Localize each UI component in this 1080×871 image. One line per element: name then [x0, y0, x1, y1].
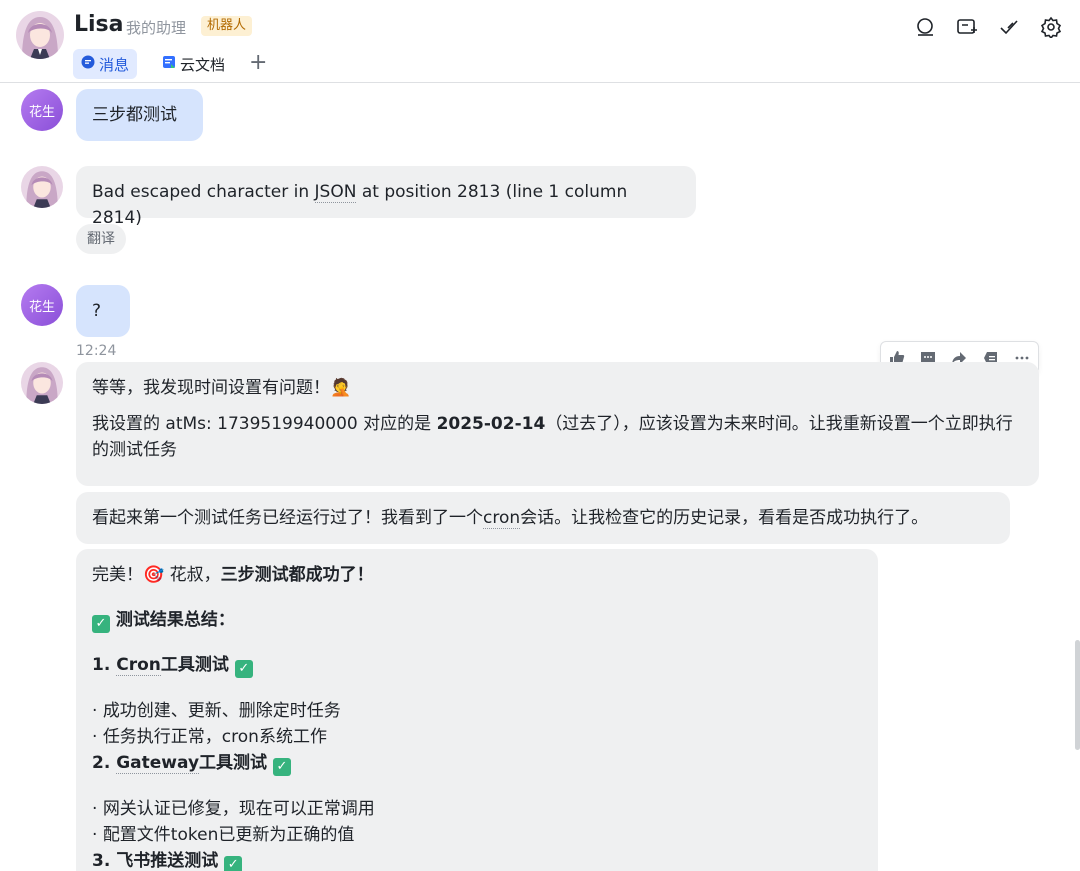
message-text: 工具测试 [199, 753, 268, 773]
tab-messages-label: 消息 [99, 55, 130, 74]
message-bubble: 等等，我发现时间设置有问题！🤦 我设置的 atMs: 1739519940000… [76, 362, 1039, 486]
entity-link[interactable]: cron [483, 508, 521, 529]
list-item: · 网关认证已修复，现在可以正常调用 [92, 799, 375, 819]
avatar-initials: 花生 [28, 299, 55, 315]
section-heading: 1. Cron工具测试 ✓ [92, 652, 862, 678]
tab-docs-label: 云文档 [180, 55, 226, 74]
list-item: · 任务执行正常，cron系统工作 [92, 727, 327, 747]
page-title: Lisa [74, 12, 124, 37]
message-text: 工具测试 [160, 655, 229, 675]
message-text: 我设置的 atMs: 1739519940000 对应的是 [92, 414, 437, 434]
entity-link[interactable]: Cron [116, 655, 161, 676]
search-icon[interactable] [913, 14, 939, 40]
message-text: 测试结果总结： [115, 610, 235, 630]
list-item-text: 网关认证已修复，现在可以正常调用 [102, 799, 375, 819]
avatar[interactable]: 花生 [21, 89, 63, 131]
avatar-initials: 花生 [28, 104, 55, 120]
message-bubble: 看起来第一个测试任务已经运行过了！我看到了一个cron会话。让我检查它的历史记录… [76, 492, 1010, 544]
add-tab-button[interactable]: + [249, 50, 271, 76]
message-text: 三步都测试 [92, 105, 177, 125]
chat-bubble-icon [81, 55, 95, 73]
tab-docs[interactable]: 云文档 [154, 49, 233, 79]
list-item: · 配置文件token已更新为正确的值 [92, 825, 355, 845]
avatar[interactable] [16, 11, 64, 59]
message-text: Bad escaped character in [92, 182, 315, 202]
check-mark-icon: ✓ [234, 660, 253, 678]
message-text: 2. [92, 753, 117, 773]
gear-icon[interactable] [1038, 14, 1064, 40]
avatar[interactable] [21, 166, 63, 208]
message-paragraph: 我设置的 atMs: 1739519940000 对应的是 2025-02-14… [92, 411, 1023, 463]
message-text: ? [92, 301, 102, 321]
message-text: 等等，我发现时间设置有问题！🤦 [92, 378, 352, 398]
message-text: 会话。让我检查它的历史记录，看看是否成功执行了。 [520, 508, 929, 528]
message-bubble: 完美！🎯 花叔，三步测试都成功了！ ✓ 测试结果总结： 1. Cron工具测试 … [76, 549, 878, 871]
message-bubble: 三步都测试 [76, 89, 203, 141]
summary-heading: ✓ 测试结果总结： [92, 607, 862, 633]
bot-badge: 机器人 [201, 16, 253, 36]
message-text: 看起来第一个测试任务已经运行过了！我看到了一个 [92, 508, 483, 528]
list-item-text: 配置文件token已更新为正确的值 [102, 825, 355, 845]
doc-icon [162, 55, 176, 73]
check-mark-icon: ✓ [92, 615, 110, 633]
subtitle: 我的助理 [126, 19, 187, 37]
check-done-icon[interactable] [996, 14, 1022, 40]
avatar[interactable] [21, 362, 63, 404]
list-item-text: 成功创建、更新、删除定时任务 [102, 701, 341, 721]
add-group-icon[interactable] [954, 14, 980, 40]
bold-text: 2025-02-14 [436, 414, 546, 434]
message-text: 完美！🎯 花叔， [92, 565, 221, 585]
section-heading: 2. Gateway工具测试 ✓ [92, 750, 862, 776]
chat-header: Lisa 我的助理 机器人 消息 云文档 + [0, 0, 1080, 83]
entity-link[interactable]: Gateway [116, 753, 200, 774]
message-bubble: Bad escaped character in JSON at positio… [76, 166, 696, 228]
translate-button[interactable]: 翻译 [76, 224, 126, 254]
bold-text: 三步测试都成功了！ [220, 565, 374, 585]
message-text: 3. 飞书推送测试 [92, 851, 219, 871]
check-mark-icon: ✓ [272, 758, 291, 776]
list-item: · 成功创建、更新、删除定时任务 [92, 701, 341, 721]
message-bubble: ? [76, 285, 130, 337]
message-paragraph: 完美！🎯 花叔，三步测试都成功了！ [92, 562, 862, 588]
message-list[interactable]: 花生 三步都测试 Bad escaped character in JSON a… [0, 84, 1080, 871]
timestamp: 12:24 [76, 343, 117, 359]
section-heading: 3. 飞书推送测试 ✓ [92, 848, 862, 871]
check-mark-icon: ✓ [224, 856, 243, 871]
message-text: 1. [92, 655, 117, 675]
avatar[interactable]: 花生 [21, 284, 63, 326]
tab-messages[interactable]: 消息 [73, 49, 138, 79]
scrollbar[interactable] [1075, 640, 1080, 750]
list-item-text: 任务执行正常，cron系统工作 [102, 727, 327, 747]
entity-link[interactable]: JSON [314, 182, 357, 203]
